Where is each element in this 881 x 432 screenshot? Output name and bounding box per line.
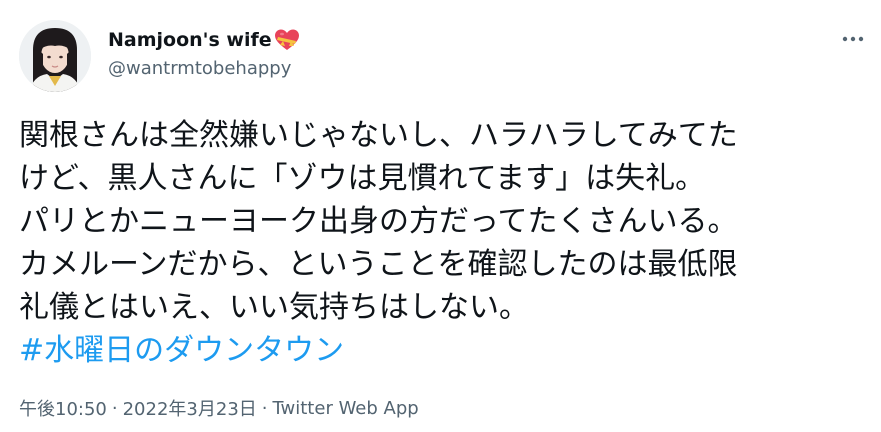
tweet-meta: 午後10:50 · 2022年3月23日 · Twitter Web App [19,395,419,421]
tweet-card: Namjoon's wife @wantrmtobehappy 関根さんは全然嫌… [0,0,881,432]
tweet-line: けど、黒人さんに「ゾウは見慣れてます」は失礼。 [19,161,706,196]
tweet-line: カメルーンだから、ということを確認したのは最低限 [19,247,738,282]
display-name[interactable]: Namjoon's wife [108,29,272,51]
tweet-text: 関根さんは全然嫌いじゃないし、ハラハラしてみてた けど、黒人さんに「ゾウは見慣れ… [19,114,869,372]
tweet-line: 関根さんは全然嫌いじゃないし、ハラハラしてみてた [19,118,738,153]
more-dots-icon [842,36,864,42]
user-handle[interactable]: @wantrmtobehappy [108,58,291,79]
avatar[interactable] [19,20,91,92]
meta-separator: · [111,397,118,419]
tweet-date-link[interactable]: 2022年3月23日 [123,395,257,421]
tweet-time-link[interactable]: 午後10:50 [19,395,107,421]
meta-separator: · [261,397,268,419]
display-name-row[interactable]: Namjoon's wife [108,26,301,54]
heart-with-ribbon-icon [273,27,301,53]
tweet-line: パリとかニューヨーク出身の方だってたくさんいる。 [19,204,738,239]
tweet-source-link[interactable]: Twitter Web App [273,398,419,419]
avatar-image [19,20,91,92]
tweet-line: 礼儀とはいえ、いい気持ちはしない。 [19,290,529,325]
more-options-button[interactable] [835,24,871,54]
hashtag-link[interactable]: #水曜日のダウンタウン [19,329,869,372]
